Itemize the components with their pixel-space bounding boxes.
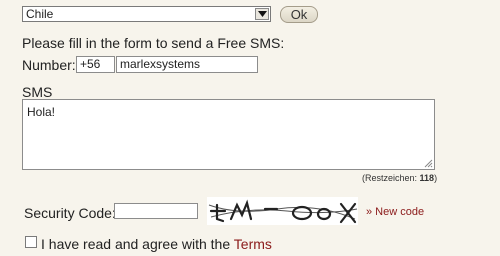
- country-select-value: Chile: [26, 7, 54, 21]
- security-code-label: Security Code:: [24, 205, 116, 221]
- remaining-characters: (Restzeichen: 118): [362, 173, 437, 183]
- captcha-image: [207, 197, 358, 225]
- form-intro: Please fill in the form to send a Free S…: [22, 35, 285, 51]
- country-prefix-input[interactable]: +56: [76, 56, 115, 73]
- resize-grip-icon[interactable]: [424, 159, 433, 168]
- sms-text: Hola!: [27, 105, 56, 119]
- terms-link[interactable]: Terms: [234, 236, 272, 252]
- terms-agreement: I have read and agree with the Terms: [41, 236, 272, 252]
- remaining-suffix: ): [434, 173, 438, 183]
- terms-checkbox[interactable]: [25, 236, 37, 248]
- ok-button[interactable]: Ok: [280, 6, 318, 23]
- new-code-link[interactable]: » New code: [366, 206, 424, 218]
- sms-textarea[interactable]: Hola!: [22, 99, 435, 170]
- security-code-input[interactable]: [114, 203, 198, 219]
- chevron-down-icon[interactable]: [255, 8, 269, 20]
- phone-number-input[interactable]: marlexsystems: [116, 56, 258, 73]
- remaining-count: 118: [419, 173, 435, 183]
- country-select[interactable]: Chile: [22, 6, 271, 22]
- number-label: Number:: [22, 57, 76, 73]
- remaining-prefix: (Restzeichen:: [362, 173, 418, 183]
- agree-text: I have read and agree with the: [41, 236, 231, 252]
- sms-label: SMS: [22, 84, 53, 100]
